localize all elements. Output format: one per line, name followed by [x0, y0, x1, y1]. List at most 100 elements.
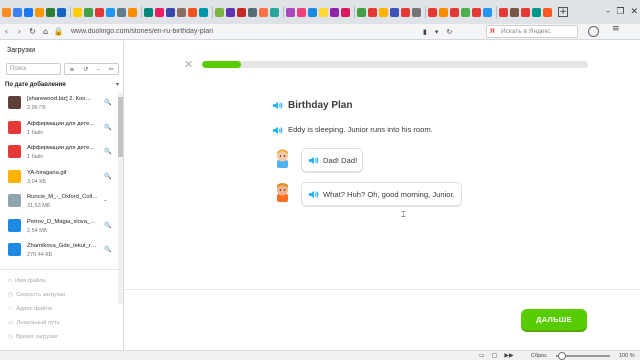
tab-favicon-icon[interactable]: [237, 7, 246, 17]
turbo-icon[interactable]: ▶▶: [504, 352, 513, 359]
tab-favicon-icon[interactable]: [188, 7, 197, 17]
window-icon[interactable]: ▢: [492, 352, 498, 359]
tab-favicon-icon[interactable]: [483, 7, 492, 17]
show-in-folder-icon[interactable]: 🔍: [104, 246, 111, 253]
new-tab-button[interactable]: +: [558, 7, 568, 17]
tab-favicon-icon[interactable]: [428, 7, 437, 17]
tab-favicon-icon[interactable]: [259, 7, 268, 17]
download-item[interactable]: YA-hiragana.gif 3,04 КБ 🔍: [0, 166, 118, 191]
narration-speaker-icon[interactable]: [272, 125, 283, 136]
back-icon[interactable]: ‹: [0, 27, 13, 36]
dropdown-icon[interactable]: ▾: [435, 28, 439, 36]
dialogue-bubble-eddy[interactable]: What? Huh? Oh, good morning, Junior.: [301, 182, 462, 206]
tab-favicon-icon[interactable]: [330, 7, 339, 17]
tab-favicon-icon[interactable]: [472, 7, 481, 17]
reload-page-icon[interactable]: ↻: [446, 28, 452, 36]
download-item[interactable]: Petrov_D_Magia_slova_… 2,54 МБ 🔍: [0, 215, 118, 240]
tab-favicon-icon[interactable]: [412, 7, 421, 17]
sort-arrow-icon[interactable]: ▾: [116, 81, 119, 88]
tab-favicon-icon[interactable]: [439, 7, 448, 17]
show-in-folder-icon[interactable]: 🔍: [104, 173, 111, 180]
show-in-folder-icon[interactable]: 🔍: [104, 148, 111, 155]
screenshot-icon[interactable]: ▭: [479, 352, 485, 359]
menu-icon[interactable]: ≡: [612, 24, 620, 34]
zoom-reset-button[interactable]: Сброс: [531, 353, 547, 359]
tab-favicon-icon[interactable]: [461, 7, 470, 17]
home-icon[interactable]: ⌂: [39, 27, 52, 36]
tab-favicon-icon[interactable]: [510, 7, 519, 17]
forward-icon[interactable]: ›: [13, 27, 26, 36]
tab-favicon-icon[interactable]: [341, 7, 350, 17]
tab-favicon-icon[interactable]: [57, 7, 66, 17]
downloads-search-input[interactable]: Поиск: [6, 63, 61, 75]
download-name: Zharnikova_Gde_tekut_r…: [27, 243, 97, 249]
sort-selector[interactable]: По дате добавления: [5, 82, 66, 88]
tab-favicon-icon[interactable]: [450, 7, 459, 17]
tab-favicon-icon[interactable]: [166, 7, 175, 17]
detail-row: ▫ Имя файла: [0, 274, 124, 288]
tab-favicon-icon[interactable]: [226, 7, 235, 17]
tab-favicon-icon[interactable]: [270, 7, 279, 17]
scrollbar-thumb[interactable]: [118, 97, 123, 157]
bookmark-icon[interactable]: ▮: [423, 28, 427, 36]
download-item[interactable]: [sharewood.biz] 2. Кон… 2,96 ГБ 🔍: [0, 92, 118, 117]
tab-favicon-icon[interactable]: [128, 7, 137, 17]
tab-favicon-icon[interactable]: [73, 7, 82, 17]
dialogue-bubble-junior[interactable]: Dad! Dad!: [301, 148, 363, 172]
download-item[interactable]: Аффирмации для дете… 1 байт 🔍: [0, 141, 118, 166]
close-window-button[interactable]: ✕: [630, 7, 638, 17]
tab-favicon-icon[interactable]: [368, 7, 377, 17]
reload-icon[interactable]: ↻: [26, 27, 39, 36]
download-item[interactable]: Zharnikova_Gde_tekut_r… 270,44 КБ 🔍: [0, 239, 118, 264]
tab-favicon-icon[interactable]: [390, 7, 399, 17]
tab-favicon-icon[interactable]: [521, 7, 530, 17]
download-item[interactable]: Аффирмации для дете… 1 байт 🔍: [0, 117, 118, 142]
show-in-folder-icon[interactable]: 🔍: [104, 99, 111, 106]
show-in-folder-icon[interactable]: 🔍: [104, 222, 111, 229]
tab-favicon-icon[interactable]: [35, 7, 44, 17]
tab-favicon-icon[interactable]: [24, 7, 33, 17]
url-field[interactable]: www.duolingo.com/stories/en-ru-birthday-…: [71, 28, 411, 35]
history-icon[interactable]: ↺: [83, 66, 88, 73]
tab-favicon-icon[interactable]: [357, 7, 366, 17]
zoom-level: 100 %: [619, 352, 635, 359]
tab-favicon-icon[interactable]: [499, 7, 508, 17]
tab-favicon-icon[interactable]: [117, 7, 126, 17]
list-view-icon[interactable]: ≡: [69, 66, 74, 73]
tools-icon[interactable]: ✂: [109, 66, 114, 73]
tab-favicon-icon[interactable]: [155, 7, 164, 17]
tab-favicon-icon[interactable]: [379, 7, 388, 17]
continue-button[interactable]: ДАЛЬШЕ: [521, 309, 587, 330]
tab-favicon-icon[interactable]: [106, 7, 115, 17]
tab-favicon-icon[interactable]: [297, 7, 306, 17]
tab-favicon-icon[interactable]: [319, 7, 328, 17]
line-speaker-icon[interactable]: [308, 155, 319, 166]
tab-favicon-icon[interactable]: [46, 7, 55, 17]
tab-favicon-icon[interactable]: [2, 7, 11, 17]
tab-favicon-icon[interactable]: [177, 7, 186, 17]
tab-favicon-icon[interactable]: [215, 7, 224, 17]
tab-favicon-icon[interactable]: [248, 7, 257, 17]
title-speaker-icon[interactable]: [272, 100, 283, 111]
zoom-slider-knob[interactable]: [558, 352, 567, 360]
tab-favicon-icon[interactable]: [401, 7, 410, 17]
download-item[interactable]: Runcie_M_-_Oxford_Coll… 31,53 МБ –: [0, 190, 118, 215]
restore-button[interactable]: ❐: [616, 7, 624, 17]
line-speaker-icon[interactable]: [308, 189, 319, 200]
tab-favicon-icon[interactable]: [199, 7, 208, 17]
tab-favicon-icon[interactable]: [84, 7, 93, 17]
show-in-folder-icon[interactable]: –: [104, 197, 107, 204]
tab-favicon-icon[interactable]: [13, 7, 22, 17]
minimize-button[interactable]: –: [606, 7, 611, 17]
close-lesson-button[interactable]: ✕: [184, 58, 193, 71]
tab-favicon-icon[interactable]: [144, 7, 153, 17]
tab-favicon-icon[interactable]: [95, 7, 104, 17]
tab-favicon-icon[interactable]: [308, 7, 317, 17]
tab-favicon-icon[interactable]: [543, 7, 552, 17]
show-in-folder-icon[interactable]: 🔍: [104, 124, 111, 131]
tab-favicon-icon[interactable]: [532, 7, 541, 17]
profile-icon[interactable]: [588, 26, 599, 37]
tab-favicon-icon[interactable]: [286, 7, 295, 17]
search-input[interactable]: Я Искать в Яндекс: [486, 25, 578, 38]
clear-icon[interactable]: –: [97, 66, 100, 73]
